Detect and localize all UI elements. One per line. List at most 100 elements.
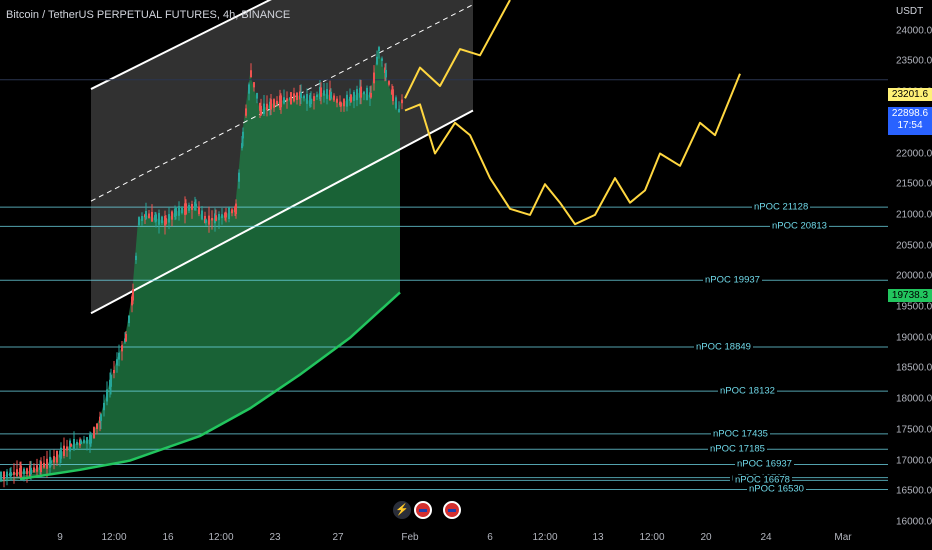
candle-body [63,445,65,456]
poc-label: nPOC 19937 [703,274,762,286]
candle-body [266,103,268,110]
poc-label: nPOC 21128 [752,201,811,213]
price-tick: 23500.0 [896,55,932,67]
candle-body [376,56,378,65]
candle-body [181,206,183,214]
ema-price-tag: 19738.3 [888,289,932,302]
candle-body [73,439,75,450]
price-tick: 20000.0 [896,270,932,282]
poc-label: nPOC 16937 [735,458,794,470]
candle-body [218,214,220,221]
candle-body [228,207,230,219]
candle-body [242,131,244,139]
candle-body [211,217,213,221]
candle-body [86,437,88,444]
candle-body [231,209,233,214]
candle-body [290,92,292,105]
candle-body [283,97,285,104]
time-tick: 13 [592,532,604,543]
candle-body [191,204,193,210]
candle-body [148,213,150,219]
candle-body [398,108,400,113]
candle-body [0,471,2,480]
candle-body [110,374,112,387]
time-tick: 27 [332,532,344,543]
candle-body [80,440,82,445]
candle-body [340,102,342,107]
candle-body [336,98,338,103]
time-tick: 12:00 [101,532,127,543]
candle-body [70,443,72,447]
candle-body [276,100,278,105]
candle-body [395,97,397,109]
price-chart[interactable] [0,0,888,520]
candle-body [215,215,217,221]
candle-body [333,95,335,101]
candle-body [13,471,15,475]
candle-body [296,92,298,100]
candle-body [10,472,12,477]
candle-body [100,414,102,421]
time-tick: 16 [162,532,174,543]
price-tick: 16000.0 [896,516,932,528]
candle-body [346,94,348,107]
candle-body [141,215,143,221]
price-tick: 24000.0 [896,25,932,37]
price-tick: 20500.0 [896,240,932,252]
poc-label: nPOC 17435 [711,428,770,440]
candle-body [40,461,42,473]
candle-body [323,90,325,96]
candle-body [353,91,355,101]
candle-body [155,214,157,222]
candle-body [113,369,115,374]
candle-body [320,87,322,97]
candle-body [23,468,25,475]
chart-area[interactable] [0,0,888,520]
candle-body [145,210,147,219]
us-flag-icon[interactable] [443,501,461,519]
candle-body [350,94,352,102]
candle-body [343,98,345,107]
candle-body [103,402,105,411]
poc-label: nPOC 18132 [718,385,777,397]
candle-body [178,206,180,216]
candle-body [256,93,258,99]
poc-label: nPOC 16530 [747,483,806,495]
bolt-icon[interactable]: ⚡ [393,501,411,519]
countdown-timer: 17:54 [897,120,923,131]
candle-body [310,98,312,105]
candle-body [56,450,58,463]
candle-body [138,217,140,226]
us-flag-icon[interactable] [414,501,432,519]
price-tick: 18500.0 [896,362,932,374]
time-tick: 20 [700,532,712,543]
price-tick: 21500.0 [896,178,932,190]
candle-body [185,203,187,215]
price-axis[interactable] [888,0,932,520]
candle-body [270,99,272,110]
candle-body [356,89,358,101]
candle-body [36,465,38,472]
candle-body [33,467,35,473]
candle-body [273,99,275,108]
price-tick: 16500.0 [896,485,932,497]
candle-body [93,427,95,439]
candle-body [128,315,130,324]
candle-body [175,207,177,216]
candle-body [238,172,240,182]
candle-body [46,458,48,469]
candle-body [370,92,372,98]
candle-body [221,214,223,219]
candle-body [306,93,308,104]
candle-body [188,204,190,211]
candle-body [392,89,394,102]
candle-body [201,210,203,220]
candle-body [90,434,92,444]
candle-body [401,99,403,104]
candle-body [385,69,387,78]
last-price-tag: 22898.6 17:54 [888,107,932,135]
candle-body [373,72,375,84]
poc-label: nPOC 18849 [694,341,753,353]
candle-body [6,471,8,479]
price-tick: 22000.0 [896,148,932,160]
